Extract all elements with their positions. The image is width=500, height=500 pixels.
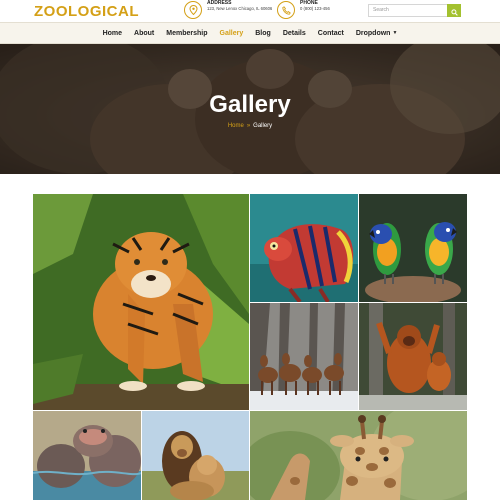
nav-item-gallery[interactable]: Gallery [220,30,244,37]
phone-icon [277,1,295,19]
nav-item-dropdown-label: Dropdown [355,29,391,37]
gallery-image-parrots[interactable] [359,194,467,302]
gallery-image-deer[interactable] [250,303,358,410]
map-pin-icon [184,1,202,19]
breadcrumb: Home» Gallery [0,123,500,129]
top-bar: ZOOLOGICAL ADDRESS 123, New Lenox Chicag… [0,0,500,22]
address-value: 123, New Lenox Chicago, IL 60606 [207,5,273,11]
phone-value: 0 (800) 123-456 [300,5,330,11]
breadcrumb-home-link[interactable]: Home [228,123,244,129]
gallery-image-orangutans[interactable] [359,303,467,410]
page-title: Gallery [209,91,291,118]
search-input[interactable]: Search [368,4,447,17]
gallery-image-lions[interactable] [142,411,249,500]
caret-down-icon: ▼ [392,30,398,36]
page-hero: Gallery Home» Gallery [0,44,500,174]
site-logo[interactable]: ZOOLOGICAL [34,3,139,20]
breadcrumb-current: Gallery [253,123,273,129]
nav-item-about[interactable]: About [134,30,154,37]
nav-item-contact[interactable]: Contact [318,30,344,37]
search-button[interactable] [447,4,461,17]
nav-item-home[interactable]: Home [103,30,122,37]
nav-item-details[interactable]: Details [283,30,306,37]
phone-info: PHONE 0 (800) 123-456 [277,0,330,19]
nav-item-membership[interactable]: Membership [166,30,207,37]
gallery-image-hippos[interactable] [33,411,141,500]
nav-item-blog[interactable]: Blog [255,30,271,37]
gallery-image-chameleon[interactable] [250,194,358,302]
search-form: Search [368,4,461,17]
nav-item-dropdown[interactable]: Dropdown ▼ [356,30,398,37]
gallery-image-giraffe[interactable] [250,411,467,500]
breadcrumb-separator: » [246,123,251,129]
search-icon [450,1,458,20]
main-nav: Home About Membership Gallery Blog Detai… [0,22,500,44]
address-info: ADDRESS 123, New Lenox Chicago, IL 60606 [184,0,277,19]
gallery-image-tiger[interactable] [33,194,249,410]
